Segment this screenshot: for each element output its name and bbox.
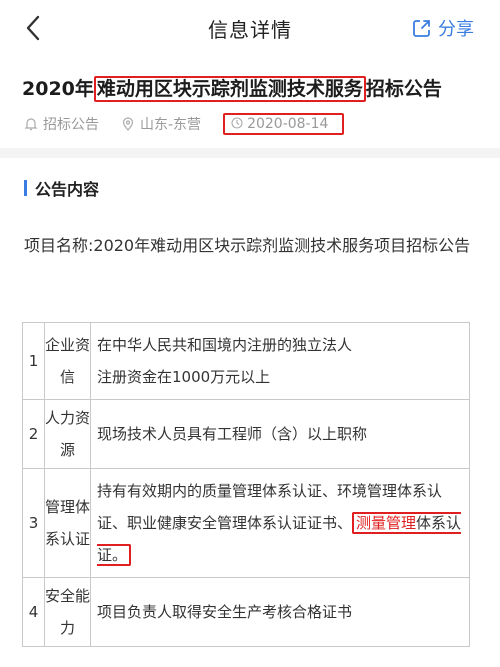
description-line: 现场技术人员具有工程师（含）以上职称 [97,425,368,443]
row-description: 现场技术人员具有工程师（含）以上职称 [90,399,470,469]
requirements-table: 1 企业资信 在中华人民共和国境内注册的独立法人 注册资金在1000万元以上 2… [22,322,470,647]
row-number: 3 [22,468,45,578]
project-name-paragraph: 项目名称:2020年难动用区块示踪剂监测技术服务项目招标公告 [24,236,471,255]
back-button[interactable] [18,12,48,44]
section-accent-bar [24,180,27,196]
meta-type: 招标公告 [24,114,99,134]
description-line: 注册资金在1000万元以上 [97,368,271,386]
page-title: 信息详情 [208,17,292,42]
table-row: 2 人力资源 现场技术人员具有工程师（含）以上职称 [22,399,470,469]
row-category: 安全能力 [44,577,91,647]
top-nav-bar: 信息详情 分享 [0,0,500,56]
table-row: 4 安全能力 项目负责人取得安全生产考核合格证书 [22,577,470,647]
chevron-left-icon [26,15,40,41]
row-description: 项目负责人取得安全生产考核合格证书 [90,577,470,647]
table-row: 3 管理体系认证 持有有效期内的质量管理体系认证、环境管理体系认证、职业健康安全… [22,468,470,578]
row-number: 2 [22,399,45,469]
share-button[interactable]: 分享 [412,14,474,42]
article-meta: 招标公告 山东-东营 2020-08-14 [24,112,366,136]
row-category: 管理体系认证 [44,468,91,578]
article-title-highlight: 难动用区块示踪剂监测技术服务 [93,76,366,102]
bell-icon [24,118,38,131]
row-number: 1 [22,322,45,400]
row-description: 在中华人民共和国境内注册的独立法人 注册资金在1000万元以上 [90,322,470,400]
description-line: 在中华人民共和国境内注册的独立法人 [97,336,353,354]
meta-date-box: 2020-08-14 [223,113,345,135]
description-line: 项目负责人取得安全生产考核合格证书 [97,603,353,621]
meta-region-label: 山东-东营 [140,117,202,133]
article-title-prefix: 2020年 [22,78,94,100]
location-pin-icon [122,117,134,131]
clock-icon [231,117,243,129]
meta-date-label: 2020-08-14 [247,116,329,132]
article-title: 2020年 难动用区块示踪剂监测技术服务 招标公告 [22,74,492,102]
share-icon [413,20,430,37]
row-number: 4 [22,577,45,647]
row-category: 企业资信 [44,322,91,400]
section-header: 公告内容 [24,176,99,200]
row-description: 持有有效期内的质量管理体系认证、环境管理体系认证、职业健康安全管理体系认证证书、… [90,468,470,578]
article-title-suffix: 招标公告 [365,78,442,100]
meta-date: 2020-08-14 [223,113,345,135]
meta-type-label: 招标公告 [43,117,99,133]
highlighted-term: 测量管理 [356,514,417,532]
row-category: 人力资源 [44,399,91,469]
table-row: 1 企业资信 在中华人民共和国境内注册的独立法人 注册资金在1000万元以上 [22,322,470,400]
section-divider [0,148,500,158]
share-label: 分享 [438,19,474,40]
meta-region: 山东-东营 [121,114,201,134]
section-title: 公告内容 [35,180,100,199]
